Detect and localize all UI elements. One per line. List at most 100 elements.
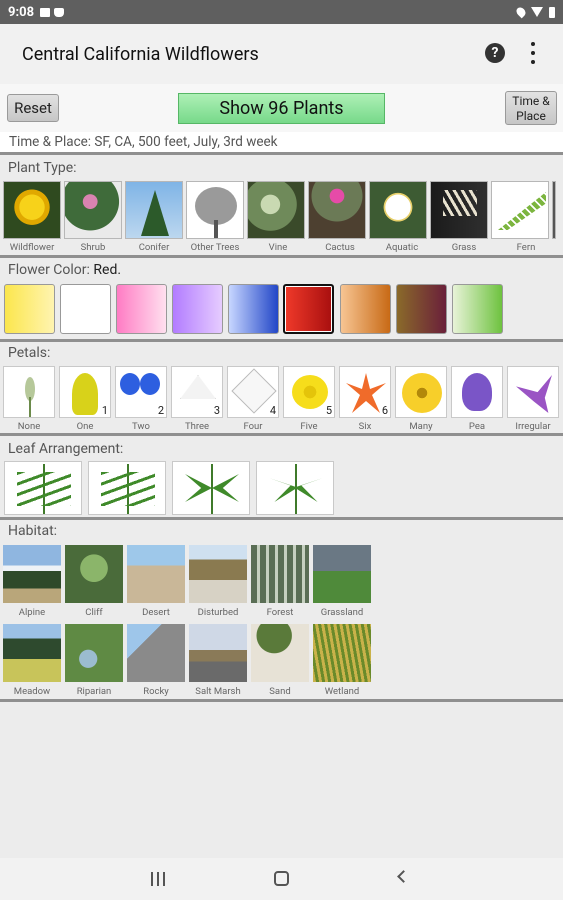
home-icon[interactable] <box>274 871 289 886</box>
plant-type-caption: Conifer <box>138 242 170 253</box>
divider <box>0 255 563 258</box>
habitat-salt-marsh[interactable] <box>189 624 247 682</box>
toolbar: Reset Show 96 Plants Time & Place <box>0 84 563 132</box>
habitat-desert[interactable] <box>127 545 185 603</box>
location-icon <box>514 5 528 19</box>
time-place-summary: Time & Place: SF, CA, 500 feet, July, 3r… <box>0 132 563 152</box>
habitat-caption: Forest <box>266 607 294 618</box>
status-time: 9:08 <box>8 4 35 20</box>
color-brown[interactable] <box>396 284 447 334</box>
color-white[interactable] <box>60 284 111 334</box>
petal-many[interactable] <box>395 366 447 418</box>
petal-caption: Two <box>132 421 150 432</box>
petal-caption: Four <box>243 421 263 432</box>
divider <box>0 433 563 436</box>
plant-type-grass[interactable] <box>430 181 488 239</box>
color-green[interactable] <box>452 284 503 334</box>
color-red[interactable] <box>283 284 334 334</box>
plant-type-more[interactable] <box>552 181 556 239</box>
wifi-icon <box>531 7 543 17</box>
habitat-rocky[interactable] <box>127 624 185 682</box>
plant-type-caption: Wildflower <box>9 242 55 253</box>
back-icon[interactable] <box>397 870 410 883</box>
habitat-caption: Alpine <box>18 607 46 618</box>
habitat-sand[interactable] <box>251 624 309 682</box>
habitat-caption: Riparian <box>76 686 112 697</box>
system-icons <box>514 5 555 19</box>
habitat-caption: Disturbed <box>197 607 239 618</box>
habitat-meadow[interactable] <box>3 624 61 682</box>
petals-label: Petals: <box>8 345 51 361</box>
leaf-basal[interactable] <box>256 461 334 515</box>
plant-type-other-trees[interactable] <box>186 181 244 239</box>
petal-caption: Three <box>184 421 210 432</box>
habitat-alpine[interactable] <box>3 545 61 603</box>
habitat-caption: Cliff <box>85 607 103 618</box>
petal-caption: Five <box>300 421 318 432</box>
notification-icons <box>40 7 65 17</box>
recents-icon[interactable] <box>151 872 165 886</box>
battery-icon <box>549 6 555 18</box>
habitat-disturbed[interactable] <box>189 545 247 603</box>
petal-two[interactable]: 2 <box>115 366 167 418</box>
petal-pea[interactable] <box>451 366 503 418</box>
color-purple[interactable] <box>172 284 223 334</box>
leaf-opposite[interactable] <box>88 461 166 515</box>
petal-irregular[interactable] <box>507 366 559 418</box>
plant-type-caption: Grass <box>451 242 477 253</box>
status-bar: 9:08 <box>0 0 563 24</box>
petal-caption: Six <box>358 421 372 432</box>
color-pink[interactable] <box>116 284 167 334</box>
habitat-caption: Wetland <box>324 686 360 697</box>
petal-three[interactable]: 3 <box>171 366 223 418</box>
petal-six[interactable]: 6 <box>339 366 391 418</box>
petal-caption: One <box>76 421 94 432</box>
petal-none[interactable] <box>3 366 55 418</box>
app-bar: Central California Wildflowers ? <box>0 24 563 84</box>
plant-type-caption: Shrub <box>80 242 106 253</box>
plant-type-cactus[interactable] <box>308 181 366 239</box>
show-plants-button[interactable]: Show 96 Plants <box>178 93 385 124</box>
plant-type-vine[interactable] <box>247 181 305 239</box>
habitat-forest[interactable] <box>251 545 309 603</box>
selected-color: Red. <box>93 262 122 278</box>
habitat-cliff[interactable] <box>65 545 123 603</box>
plant-type-conifer[interactable] <box>125 181 183 239</box>
leaf-whorled[interactable] <box>172 461 250 515</box>
plant-type-caption: Fern <box>516 242 536 253</box>
habitat-caption: Salt Marsh <box>195 686 241 697</box>
plant-type-caption: Other Trees <box>190 242 240 253</box>
plant-type-wildflower[interactable] <box>3 181 61 239</box>
plant-type-caption: Aquatic <box>385 242 419 253</box>
petal-caption: Pea <box>468 421 486 432</box>
leaf-alternate[interactable] <box>4 461 82 515</box>
leaf-arrangement-label: Leaf Arrangement: <box>8 441 124 457</box>
time-place-button[interactable]: Time & Place <box>505 91 557 125</box>
habitat-wetland[interactable] <box>313 624 371 682</box>
plant-type-list <box>3 181 556 239</box>
plant-type-caption: Vine <box>268 242 288 253</box>
habitat-caption: Rocky <box>143 686 169 697</box>
plant-type-fern[interactable] <box>491 181 549 239</box>
petal-one[interactable]: 1 <box>59 366 111 418</box>
petal-five[interactable]: 5 <box>283 366 335 418</box>
habitat-riparian[interactable] <box>65 624 123 682</box>
habitat-caption: Meadow <box>13 686 51 697</box>
habitat-grassland[interactable] <box>313 545 371 603</box>
plant-type-caption: Cactus <box>325 242 355 253</box>
divider <box>0 517 563 520</box>
more-options-icon[interactable] <box>530 42 536 64</box>
color-orange[interactable] <box>340 284 391 334</box>
petal-caption: Many <box>409 421 433 432</box>
habitat-caption: Sand <box>269 686 291 697</box>
plant-type-aquatic[interactable] <box>369 181 427 239</box>
habitat-caption: Grassland <box>320 607 364 618</box>
plant-type-shrub[interactable] <box>64 181 122 239</box>
petal-four[interactable]: 4 <box>227 366 279 418</box>
reset-button[interactable]: Reset <box>7 94 59 122</box>
app-title: Central California Wildflowers <box>22 43 259 65</box>
color-yellow[interactable] <box>4 284 55 334</box>
color-blue[interactable] <box>228 284 279 334</box>
help-icon[interactable]: ? <box>485 43 505 63</box>
divider <box>0 699 563 702</box>
